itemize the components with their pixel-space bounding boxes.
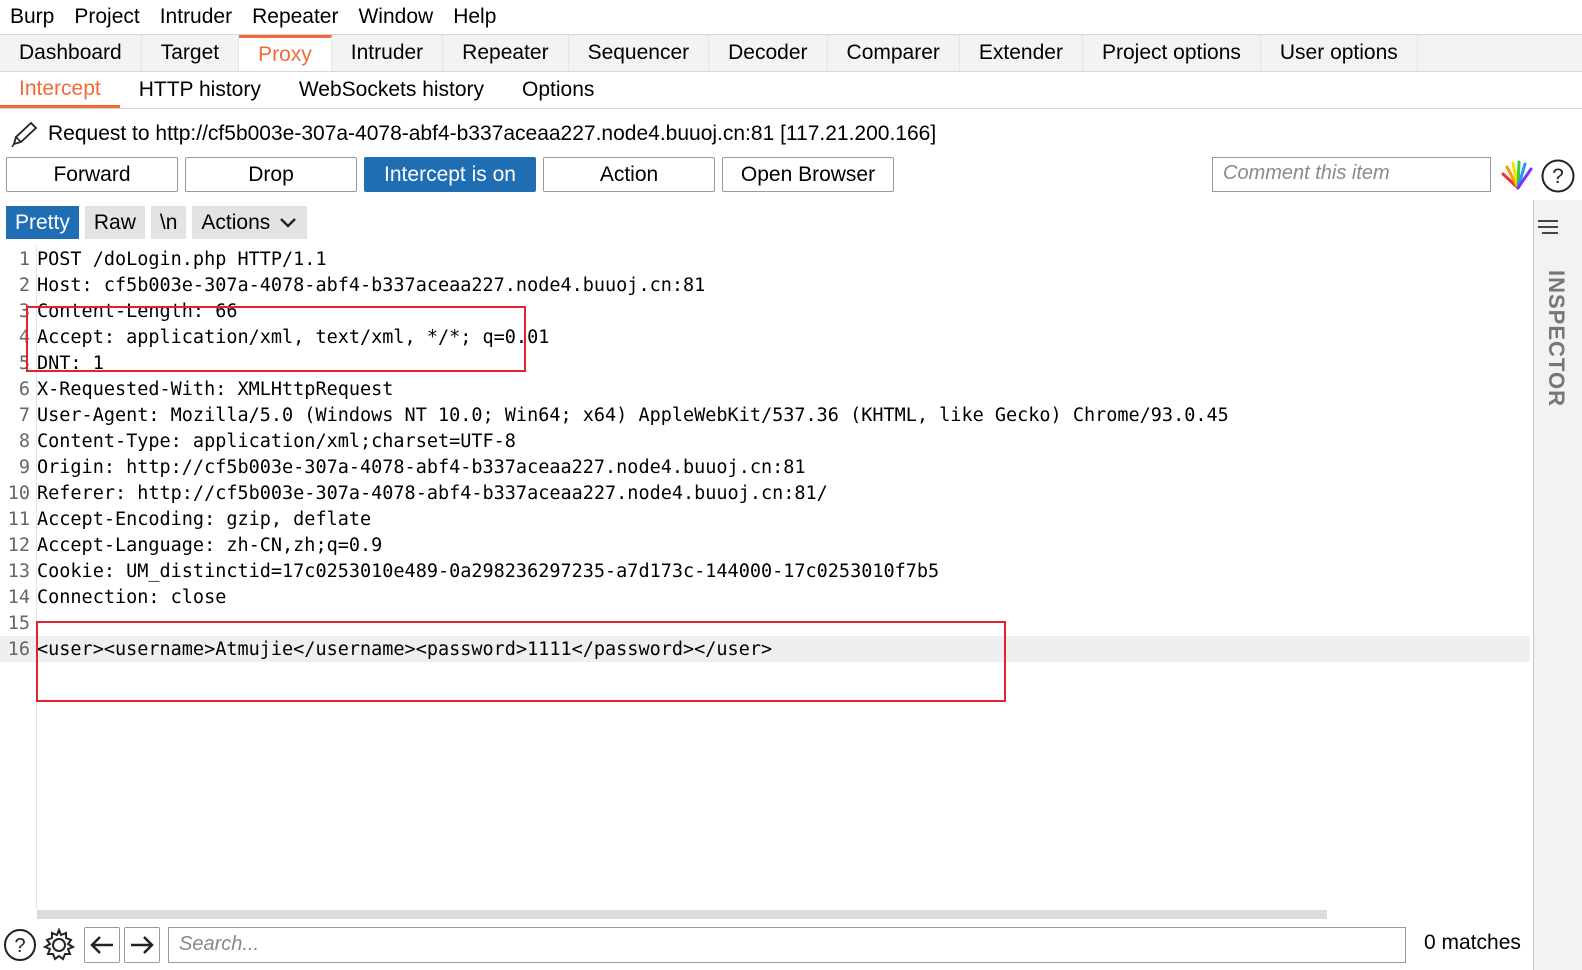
highlight-color-icon[interactable] — [1500, 158, 1536, 192]
line-text: Accept-Encoding: gzip, deflate — [37, 508, 372, 530]
newline-toggle[interactable]: \n — [150, 206, 187, 239]
tab-user-options[interactable]: User options — [1261, 35, 1418, 71]
actions-dropdown[interactable]: Actions — [192, 206, 308, 239]
tab-comparer[interactable]: Comparer — [828, 35, 960, 71]
tab-dashboard[interactable]: Dashboard — [0, 35, 142, 71]
line-number: 6 — [18, 378, 30, 400]
line-text: Content-Type: application/xml;charset=UT… — [37, 430, 516, 452]
open-browser-button[interactable]: Open Browser — [722, 157, 894, 192]
editor-line[interactable]: 13 Cookie: UM_distinctid=17c0253010e489-0… — [0, 558, 1530, 584]
actions-label: Actions — [201, 210, 271, 234]
line-text: Referer: http://cf5b003e-307a-4078-abf4-… — [37, 482, 828, 504]
editor-line[interactable]: 9 Origin: http://cf5b003e-307a-4078-abf4-… — [0, 454, 1530, 480]
editor-line[interactable]: 8 Content-Type: application/xml;charset=U… — [0, 428, 1530, 454]
forward-button[interactable]: Forward — [6, 157, 178, 192]
svg-text:?: ? — [14, 935, 25, 957]
line-text: Accept-Language: zh-CN,zh;q=0.9 — [37, 534, 383, 556]
proxy-sub-tabs: Intercept HTTP history WebSockets history O… — [0, 72, 1582, 109]
match-count: 0 matches — [1424, 931, 1521, 954]
menu-burp[interactable]: Burp — [10, 5, 54, 29]
svg-text:?: ? — [1552, 165, 1564, 188]
line-number: 14 — [7, 586, 30, 608]
tab-extender[interactable]: Extender — [960, 35, 1083, 71]
line-text: User-Agent: Mozilla/5.0 (Windows NT 10.0… — [37, 404, 1229, 426]
line-text: Origin: http://cf5b003e-307a-4078-abf4-b… — [37, 456, 806, 478]
search-settings-button[interactable] — [41, 927, 77, 963]
search-input[interactable]: Search... — [168, 927, 1406, 963]
raw-tab[interactable]: Raw — [84, 206, 145, 239]
line-number: 7 — [18, 404, 30, 426]
subtab-options[interactable]: Options — [503, 72, 613, 108]
drop-button[interactable]: Drop — [185, 157, 357, 192]
search-help-button[interactable]: ? — [2, 927, 38, 963]
next-match-button[interactable] — [124, 927, 160, 963]
editor-line[interactable]: 2 Host: cf5b003e-307a-4078-abf4-b337aceaa… — [0, 272, 1530, 298]
editor-line[interactable]: 6 X-Requested-With: XMLHttpRequest — [0, 376, 1530, 402]
tab-repeater[interactable]: Repeater — [443, 35, 569, 71]
inspector-label[interactable]: INSPECTOR — [1543, 270, 1569, 407]
line-text: Host: cf5b003e-307a-4078-abf4-b337aceaa2… — [37, 274, 706, 296]
line-number: 2 — [18, 274, 30, 296]
editor-line[interactable]: 11 Accept-Encoding: gzip, deflate — [0, 506, 1530, 532]
subtab-websockets-history[interactable]: WebSockets history — [280, 72, 503, 108]
tab-target[interactable]: Target — [142, 35, 240, 71]
request-info-bar: Request to http://cf5b003e-307a-4078-abf… — [10, 118, 936, 150]
line-text: Connection: close — [37, 586, 227, 608]
help-icon: ? — [4, 929, 36, 961]
menu-icon[interactable] — [1535, 216, 1561, 238]
line-number: 9 — [18, 456, 30, 478]
line-number: 11 — [7, 508, 30, 530]
tab-intruder[interactable]: Intruder — [332, 35, 444, 71]
main-tabs: Dashboard Target Proxy Intruder Repeater Sequ… — [0, 34, 1582, 72]
line-text: Cookie: UM_distinctid=17c0253010e489-0a2… — [37, 560, 940, 582]
line-text: POST /doLogin.php HTTP/1.1 — [37, 248, 327, 270]
arrow-left-icon — [90, 936, 113, 954]
line-text: X-Requested-With: XMLHttpRequest — [37, 378, 394, 400]
line-number: 15 — [7, 612, 30, 634]
subtab-intercept[interactable]: Intercept — [0, 72, 120, 108]
menu-repeater[interactable]: Repeater — [252, 5, 338, 29]
gear-icon — [42, 928, 76, 961]
horizontal-scrollbar[interactable] — [37, 910, 1327, 919]
editor-view-tabs: Pretty Raw \n Actions — [6, 206, 308, 239]
arrow-right-icon — [131, 936, 154, 954]
editor-line[interactable]: 10 Referer: http://cf5b003e-307a-4078-abf… — [0, 480, 1530, 506]
previous-match-button[interactable] — [84, 927, 120, 963]
line-number: 8 — [18, 430, 30, 452]
editor-line[interactable]: 7 User-Agent: Mozilla/5.0 (Windows NT 10.… — [0, 402, 1530, 428]
line-number: 12 — [7, 534, 30, 556]
tab-decoder[interactable]: Decoder — [709, 35, 828, 71]
line-number: 13 — [7, 560, 30, 582]
help-icon[interactable]: ? — [1540, 158, 1576, 194]
tab-project-options[interactable]: Project options — [1083, 35, 1261, 71]
chevron-down-icon — [280, 217, 297, 228]
menu-help[interactable]: Help — [453, 5, 496, 29]
annotation-box-body — [36, 621, 1006, 702]
tab-proxy[interactable]: Proxy — [239, 35, 332, 71]
annotation-box-headers — [26, 306, 526, 372]
line-number: 10 — [7, 482, 30, 504]
editor-line[interactable]: 1 POST /doLogin.php HTTP/1.1 — [0, 246, 1530, 272]
pencil-icon — [11, 121, 38, 148]
action-button[interactable]: Action — [543, 157, 715, 192]
intercept-toggle-button[interactable]: Intercept is on — [364, 157, 536, 192]
request-target: Request to http://cf5b003e-307a-4078-abf… — [48, 122, 937, 145]
tab-sequencer[interactable]: Sequencer — [569, 35, 710, 71]
menu-intruder[interactable]: Intruder — [160, 5, 232, 29]
editor-line[interactable]: 12 Accept-Language: zh-CN,zh;q=0.9 — [0, 532, 1530, 558]
line-number: 16 — [7, 638, 30, 660]
pretty-tab[interactable]: Pretty — [6, 206, 79, 239]
line-number: 1 — [18, 248, 30, 270]
editor-line[interactable]: 14 Connection: close — [0, 584, 1530, 610]
subtab-http-history[interactable]: HTTP history — [120, 72, 280, 108]
menu-project[interactable]: Project — [74, 5, 139, 29]
menubar: Burp Project Intruder Repeater Window Help — [0, 0, 1582, 34]
comment-input[interactable]: Comment this item — [1212, 157, 1491, 192]
menu-window[interactable]: Window — [358, 5, 433, 29]
